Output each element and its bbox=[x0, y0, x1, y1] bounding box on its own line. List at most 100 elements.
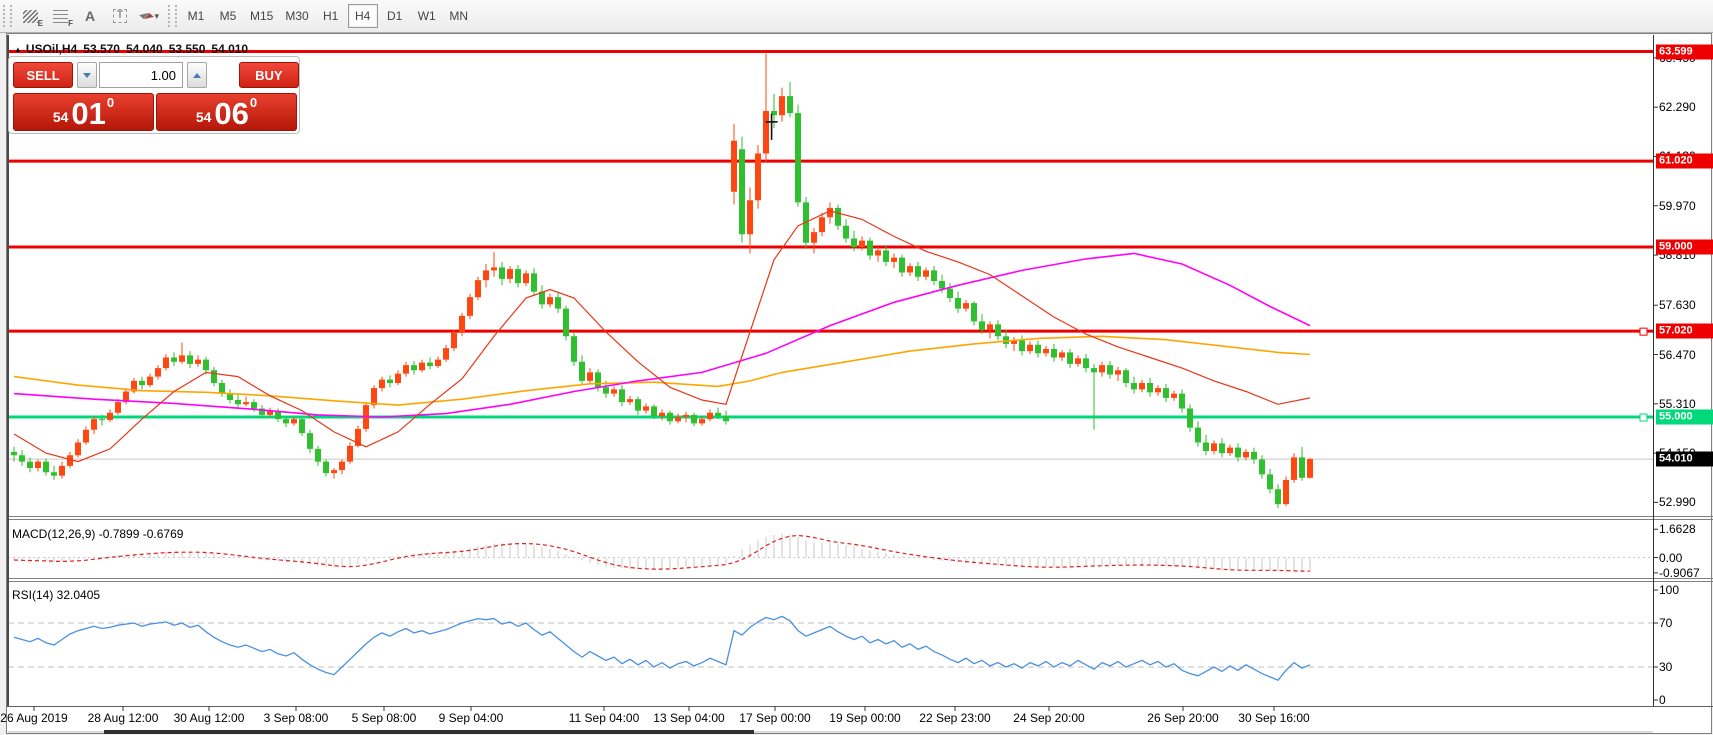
candle-body bbox=[515, 269, 521, 283]
candle-body bbox=[419, 363, 425, 371]
candle-body bbox=[995, 324, 1001, 336]
candle-body bbox=[227, 394, 233, 400]
candle-body bbox=[1219, 443, 1225, 453]
candle-body bbox=[315, 449, 321, 462]
candle-body bbox=[579, 362, 585, 381]
candle-body bbox=[659, 413, 665, 416]
candle-body bbox=[147, 377, 153, 386]
candle-body bbox=[27, 462, 33, 468]
candle-body bbox=[283, 419, 289, 423]
candle-body bbox=[467, 297, 473, 316]
candle-body bbox=[1235, 448, 1241, 458]
candle-body bbox=[1075, 358, 1081, 364]
candle-body bbox=[139, 381, 145, 385]
candle-body bbox=[1195, 428, 1201, 443]
volume-input[interactable] bbox=[99, 62, 183, 88]
candle-body bbox=[323, 462, 329, 473]
candle-body bbox=[83, 430, 89, 443]
time-axis-label: 30 Sep 16:00 bbox=[1238, 711, 1309, 725]
trade-panel-quote-row: 54010 54060 bbox=[13, 93, 297, 131]
candle-body bbox=[915, 266, 921, 277]
price-axis-label: 52.990 bbox=[1659, 495, 1696, 509]
candle-body bbox=[931, 270, 937, 281]
time-axis-label: 9 Sep 04:00 bbox=[439, 711, 504, 725]
time-axis-label: 24 Sep 20:00 bbox=[1013, 711, 1084, 725]
collapse-arrow-icon[interactable]: ▲ bbox=[14, 45, 22, 54]
candle-body bbox=[1099, 365, 1105, 372]
time-axis-label: 30 Aug 12:00 bbox=[174, 711, 245, 725]
candle-body bbox=[451, 333, 457, 348]
candle-body bbox=[555, 297, 561, 308]
candle-body bbox=[619, 389, 625, 402]
buy-button[interactable]: BUY bbox=[239, 62, 299, 88]
candle-body bbox=[251, 402, 257, 408]
candle-body bbox=[835, 208, 841, 226]
bar-open: 53.570 bbox=[83, 42, 120, 56]
symbol-name: USOil,H4 bbox=[26, 42, 77, 56]
candle-body bbox=[291, 419, 297, 423]
bid-big-digits: 01 bbox=[71, 101, 105, 127]
candle-body bbox=[715, 413, 721, 416]
candle-body bbox=[899, 258, 905, 273]
candle-body bbox=[611, 389, 617, 393]
sell-price-button[interactable]: 54010 bbox=[13, 93, 154, 131]
candle-body bbox=[827, 208, 833, 217]
level-handle bbox=[1640, 414, 1647, 421]
candle-body bbox=[1251, 452, 1257, 460]
candle-body bbox=[843, 226, 849, 239]
candle-body bbox=[859, 241, 865, 247]
candle-body bbox=[1083, 358, 1089, 368]
candle-body bbox=[1211, 443, 1217, 451]
candle-body bbox=[1267, 474, 1273, 489]
time-axis-label: 26 Aug 2019 bbox=[0, 711, 67, 725]
sell-button[interactable]: SELL bbox=[13, 62, 73, 88]
horizontal-scrollbar-thumb[interactable] bbox=[104, 730, 754, 734]
candle-body bbox=[779, 96, 785, 115]
candle-body bbox=[235, 400, 241, 404]
candle-body bbox=[1179, 394, 1185, 409]
candle-body bbox=[187, 355, 193, 364]
candle-body bbox=[1051, 349, 1057, 358]
time-axis-label: 17 Sep 00:00 bbox=[739, 711, 810, 725]
candle-body bbox=[1059, 352, 1065, 357]
price-badge-54.010: 54.010 bbox=[1656, 452, 1713, 467]
candle-body bbox=[99, 419, 105, 420]
candle-body bbox=[667, 413, 673, 422]
candle-body bbox=[699, 419, 705, 423]
candle-body bbox=[1275, 489, 1281, 504]
price-badge-63.599: 63.599 bbox=[1656, 44, 1713, 59]
candle-body bbox=[75, 443, 81, 456]
candle-body bbox=[651, 406, 657, 416]
candle-body bbox=[395, 374, 401, 383]
rsi-axis-label: 30 bbox=[1659, 660, 1672, 674]
trade-panel-top-row: SELL BUY bbox=[9, 62, 299, 88]
volume-increase-button[interactable] bbox=[187, 62, 207, 88]
candle-body bbox=[1091, 368, 1097, 372]
buy-price-button[interactable]: 54060 bbox=[156, 93, 297, 131]
candle-body bbox=[763, 111, 769, 154]
candle-body bbox=[1067, 352, 1073, 363]
candle-body bbox=[987, 324, 993, 330]
rsi-axis-label: 0 bbox=[1659, 693, 1666, 707]
candle-body bbox=[115, 402, 121, 413]
candle-body bbox=[1227, 448, 1233, 454]
candle-body bbox=[203, 360, 209, 371]
level-handle bbox=[1640, 328, 1647, 335]
candle-body bbox=[819, 217, 825, 232]
bar-high: 54.040 bbox=[126, 42, 163, 56]
candle-body bbox=[811, 232, 817, 243]
volume-decrease-button[interactable] bbox=[77, 62, 97, 88]
candle-body bbox=[195, 360, 201, 364]
arrow-up-icon bbox=[193, 73, 201, 78]
symbol-info-bar: ▲USOil,H453.57054.04053.55054.010 bbox=[14, 42, 254, 56]
candle-body bbox=[1035, 345, 1041, 354]
candle-body bbox=[963, 303, 969, 309]
macd-axis-label: -0.9067 bbox=[1659, 566, 1700, 580]
candle-body bbox=[1307, 459, 1313, 478]
ask-prefix: 54 bbox=[196, 110, 212, 124]
candle-body bbox=[907, 266, 913, 272]
candle-body bbox=[411, 365, 417, 370]
candle-body bbox=[1131, 383, 1137, 389]
candle-body bbox=[747, 200, 753, 234]
candle-body bbox=[563, 309, 569, 337]
